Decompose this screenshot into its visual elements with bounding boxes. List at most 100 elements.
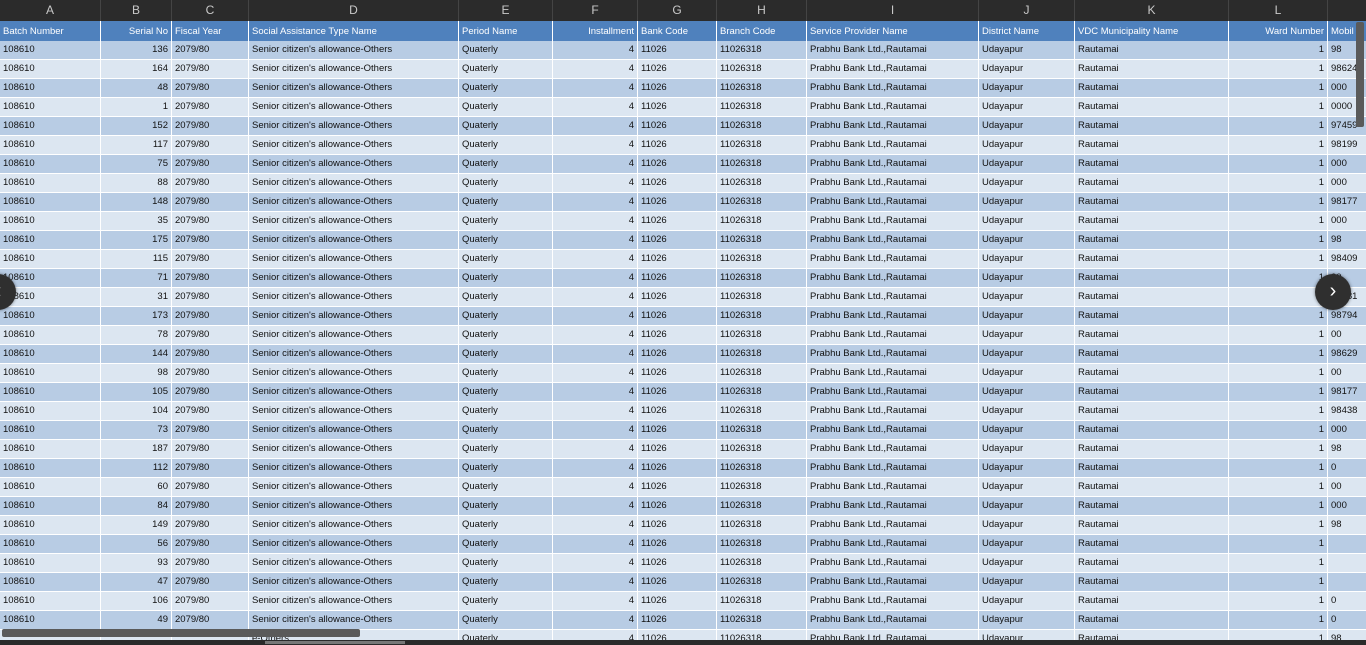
table-cell[interactable]: 2079/80 (172, 269, 249, 287)
column-letter-d[interactable]: D (249, 0, 459, 21)
table-cell[interactable]: 1 (1229, 250, 1328, 268)
column-letter-f[interactable]: F (553, 0, 638, 21)
table-cell[interactable]: 117 (101, 136, 172, 154)
table-cell[interactable]: 11026 (638, 459, 717, 477)
table-cell[interactable]: Rautamai (1075, 345, 1229, 363)
table-cell[interactable]: 11026318 (717, 459, 807, 477)
table-cell[interactable]: 173 (101, 307, 172, 325)
table-cell[interactable]: 11026318 (717, 345, 807, 363)
table-cell[interactable]: 2079/80 (172, 231, 249, 249)
table-cell[interactable]: Quaterly (459, 98, 553, 116)
table-cell[interactable]: 4 (553, 60, 638, 78)
table-cell[interactable]: 11026318 (717, 41, 807, 59)
table-cell[interactable]: Udayapur (979, 402, 1075, 420)
table-cell[interactable]: 4 (553, 535, 638, 553)
table-cell[interactable]: 4 (553, 326, 638, 344)
table-cell[interactable]: 11026 (638, 535, 717, 553)
table-cell[interactable]: 4 (553, 41, 638, 59)
table-cell[interactable]: 11026318 (717, 98, 807, 116)
table-cell[interactable]: Udayapur (979, 364, 1075, 382)
table-cell[interactable]: 4 (553, 440, 638, 458)
table-cell[interactable]: 11026 (638, 288, 717, 306)
table-cell[interactable]: Quaterly (459, 345, 553, 363)
table-cell[interactable]: 11026 (638, 402, 717, 420)
table-cell[interactable]: 11026 (638, 383, 717, 401)
table-cell[interactable]: 11026318 (717, 573, 807, 591)
table-cell[interactable]: 1 (1229, 174, 1328, 192)
table-cell[interactable]: Quaterly (459, 79, 553, 97)
table-cell[interactable]: 2079/80 (172, 535, 249, 553)
table-cell[interactable]: 98177 (1328, 193, 1366, 211)
table-cell[interactable]: 2079/80 (172, 440, 249, 458)
table-cell[interactable]: Senior citizen's allowance-Others (249, 136, 459, 154)
table-cell[interactable]: Udayapur (979, 307, 1075, 325)
table-cell[interactable]: 164 (101, 60, 172, 78)
table-cell[interactable]: Quaterly (459, 478, 553, 496)
table-cell[interactable]: Prabhu Bank Ltd.,Rautamai (807, 535, 979, 553)
table-cell[interactable]: Quaterly (459, 573, 553, 591)
table-cell[interactable]: 108610 (0, 516, 101, 534)
table-cell[interactable]: Udayapur (979, 269, 1075, 287)
table-cell[interactable]: 1 (1229, 383, 1328, 401)
table-cell[interactable]: 11026318 (717, 269, 807, 287)
table-cell[interactable]: Rautamai (1075, 193, 1229, 211)
table-cell[interactable]: 2079/80 (172, 60, 249, 78)
table-cell[interactable]: 48 (101, 79, 172, 97)
table-header-cell[interactable]: VDC Municipality Name (1075, 21, 1229, 41)
table-cell[interactable]: 4 (553, 516, 638, 534)
table-cell[interactable]: 98409 (1328, 250, 1366, 268)
table-cell[interactable]: 105 (101, 383, 172, 401)
table-cell[interactable]: Senior citizen's allowance-Others (249, 250, 459, 268)
table-header-cell[interactable]: Ward Number (1229, 21, 1328, 41)
table-cell[interactable]: 2079/80 (172, 345, 249, 363)
table-cell[interactable]: 108610 (0, 459, 101, 477)
table-cell[interactable]: Prabhu Bank Ltd.,Rautamai (807, 155, 979, 173)
table-cell[interactable]: Prabhu Bank Ltd.,Rautamai (807, 269, 979, 287)
table-cell[interactable]: Udayapur (979, 155, 1075, 173)
table-cell[interactable]: 2079/80 (172, 41, 249, 59)
table-cell[interactable]: 108610 (0, 41, 101, 59)
table-cell[interactable]: 4 (553, 497, 638, 515)
table-cell[interactable]: 98 (1328, 440, 1366, 458)
table-cell[interactable]: 1 (1229, 307, 1328, 325)
table-cell[interactable]: 11026318 (717, 250, 807, 268)
table-cell[interactable]: 11026318 (717, 383, 807, 401)
table-cell[interactable]: Senior citizen's allowance-Others (249, 117, 459, 135)
table-cell[interactable]: 4 (553, 459, 638, 477)
table-cell[interactable]: Quaterly (459, 231, 553, 249)
table-cell[interactable]: 2079/80 (172, 364, 249, 382)
table-cell[interactable]: Quaterly (459, 421, 553, 439)
column-letter-m[interactable] (1328, 0, 1366, 21)
table-cell[interactable]: Rautamai (1075, 478, 1229, 496)
table-cell[interactable]: 4 (553, 98, 638, 116)
table-cell[interactable]: 4 (553, 250, 638, 268)
table-cell[interactable]: 1 (1229, 592, 1328, 610)
table-cell[interactable]: 2079/80 (172, 136, 249, 154)
table-cell[interactable]: Prabhu Bank Ltd.,Rautamai (807, 573, 979, 591)
table-cell[interactable]: 4 (553, 307, 638, 325)
table-cell[interactable]: Udayapur (979, 250, 1075, 268)
table-cell[interactable]: Senior citizen's allowance-Others (249, 174, 459, 192)
table-cell[interactable]: Prabhu Bank Ltd.,Rautamai (807, 41, 979, 59)
table-cell[interactable]: 108610 (0, 326, 101, 344)
table-cell[interactable]: 98177 (1328, 383, 1366, 401)
table-cell[interactable]: 4 (553, 79, 638, 97)
table-cell[interactable]: Rautamai (1075, 421, 1229, 439)
table-cell[interactable]: 1 (1229, 497, 1328, 515)
column-letter-e[interactable]: E (459, 0, 553, 21)
table-cell[interactable]: 4 (553, 212, 638, 230)
table-cell[interactable]: 11026 (638, 421, 717, 439)
table-cell[interactable]: Quaterly (459, 592, 553, 610)
table-header-cell[interactable]: Installment (553, 21, 638, 41)
table-cell[interactable]: 11026 (638, 269, 717, 287)
table-cell[interactable]: 11026 (638, 79, 717, 97)
table-cell[interactable]: 2079/80 (172, 573, 249, 591)
table-cell[interactable]: 88 (101, 174, 172, 192)
table-cell[interactable]: 98199 (1328, 136, 1366, 154)
table-cell[interactable]: 93 (101, 554, 172, 572)
table-cell[interactable]: 11026318 (717, 402, 807, 420)
table-cell[interactable]: Senior citizen's allowance-Others (249, 535, 459, 553)
table-cell[interactable]: Prabhu Bank Ltd.,Rautamai (807, 554, 979, 572)
table-cell[interactable]: Udayapur (979, 478, 1075, 496)
table-cell[interactable]: Prabhu Bank Ltd.,Rautamai (807, 497, 979, 515)
